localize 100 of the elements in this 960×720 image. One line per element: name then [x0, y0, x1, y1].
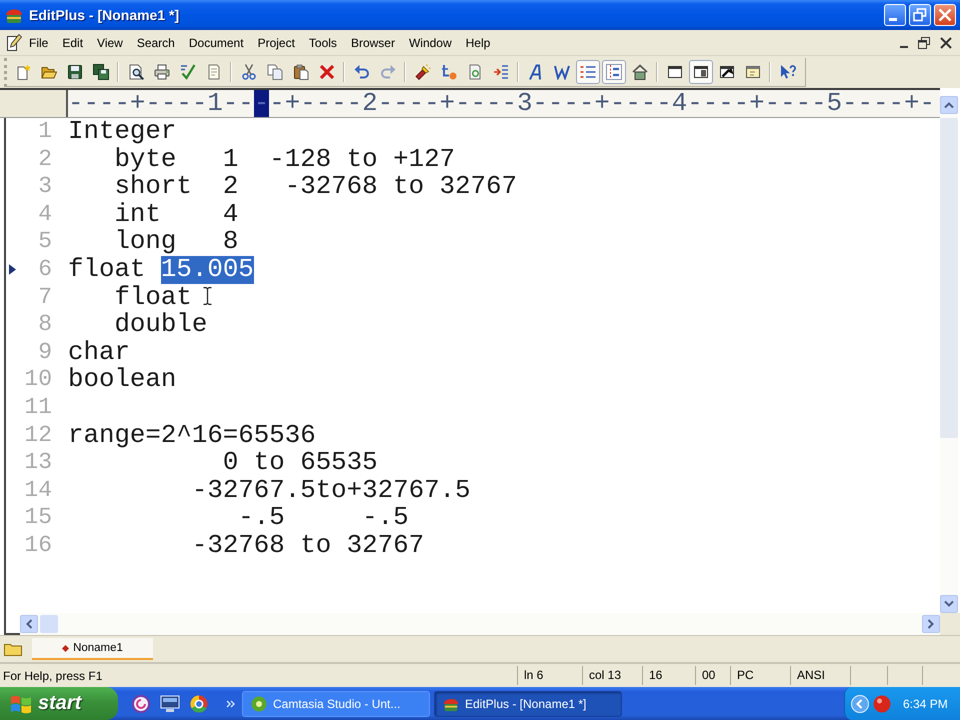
- double-chevron-icon[interactable]: [226, 700, 235, 708]
- line-number: 12: [23, 422, 52, 450]
- code-text: long 8: [114, 228, 238, 256]
- code-text: short 2 -32768 to 32767: [114, 173, 517, 201]
- menu-item[interactable]: Edit: [55, 32, 90, 52]
- split-window-icon: [693, 64, 709, 80]
- clipboard-icon: [293, 64, 309, 80]
- code-text: boolean: [68, 366, 176, 394]
- code-text: float: [68, 256, 146, 284]
- font-icon: [528, 64, 544, 80]
- status-panel: ANSI: [790, 666, 850, 685]
- clock: 6:34 PM: [903, 696, 948, 710]
- new-file-icon: [15, 64, 31, 80]
- replace-icon: [441, 64, 457, 80]
- redo-icon: [380, 64, 396, 80]
- code-text: range=2^16=65536: [68, 422, 316, 450]
- minimize-icon[interactable]: [900, 46, 908, 48]
- chevron-down-icon: [944, 600, 954, 608]
- line-number: 10: [23, 366, 52, 394]
- chevron-left-icon[interactable]: [851, 694, 869, 712]
- scroll-left-button[interactable]: [20, 615, 38, 633]
- flashlight-icon: [415, 64, 431, 80]
- status-message: For Help, press F1: [2, 668, 104, 682]
- scroll-down-button[interactable]: [940, 595, 958, 613]
- window-title: EditPlus - [Noname1 *]: [29, 7, 180, 23]
- code-text: -32768 to 32767: [192, 532, 424, 560]
- window-icon: [667, 64, 683, 80]
- line-number: 16: [23, 532, 52, 560]
- zigzag-icon: [554, 64, 570, 80]
- taskbar-button[interactable]: Camtasia Studio - Unt...: [242, 690, 430, 716]
- house-icon: [632, 64, 648, 80]
- status-panel: 00: [695, 666, 730, 685]
- save-all-icon: [93, 64, 109, 80]
- status-panel: col 13: [582, 666, 642, 685]
- restore-icon[interactable]: [918, 36, 930, 48]
- chevron-up-icon: [944, 101, 954, 109]
- menu-item[interactable]: Browser: [344, 32, 402, 52]
- save-icon: [67, 64, 83, 80]
- page-pen-icon[interactable]: [6, 34, 22, 51]
- line-number: 6: [37, 256, 52, 284]
- print-preview-icon: [128, 64, 144, 80]
- screen-icon[interactable]: [160, 694, 180, 712]
- menu-item[interactable]: Help: [458, 32, 498, 52]
- code-text: int 4: [114, 200, 238, 228]
- folder-icon[interactable]: [4, 642, 22, 656]
- selected-text: 15.005: [160, 256, 254, 284]
- spiral-icon[interactable]: [132, 694, 150, 712]
- scrollbar-corner: [940, 613, 960, 635]
- toolbar-button[interactable]: [689, 60, 713, 84]
- undo-icon: [354, 64, 370, 80]
- page-icon: [206, 64, 222, 80]
- document-tab[interactable]: Noname1: [32, 638, 153, 660]
- menu-item[interactable]: Search: [130, 32, 182, 52]
- restore-button[interactable]: [909, 4, 931, 26]
- close-icon[interactable]: [940, 36, 952, 48]
- line-number: 3: [37, 173, 52, 201]
- restore-icon: [913, 8, 927, 22]
- menu-item[interactable]: Tools: [302, 32, 344, 52]
- line-number: 15: [23, 504, 52, 532]
- status-panel: PC: [730, 666, 790, 685]
- copy-icon: [267, 64, 283, 80]
- spell-check-icon: [180, 64, 196, 80]
- line-number: 11: [23, 394, 52, 422]
- code-text: 0 to 65535: [222, 449, 378, 477]
- scroll-up-button[interactable]: [940, 96, 958, 114]
- chevron-left-icon: [25, 619, 33, 629]
- menu-item[interactable]: View: [90, 32, 130, 52]
- start-button[interactable]: start: [0, 687, 118, 720]
- line-number: 9: [37, 338, 52, 366]
- ruler-scale: -+----2----+----3----+----4----+----5----+-: [269, 90, 935, 117]
- menu-item[interactable]: Project: [250, 32, 302, 52]
- text-cursor-icon: [203, 287, 212, 305]
- minimize-icon: [889, 18, 897, 21]
- code-text: -.5 -.5: [238, 504, 409, 532]
- menu-item[interactable]: File: [22, 32, 56, 52]
- line-number: 7: [37, 284, 52, 312]
- line-number: 13: [23, 449, 52, 477]
- printer-icon: [154, 64, 170, 80]
- taskbar-button[interactable]: EditPlus - [Noname1 *]: [434, 690, 622, 716]
- flag-icon: [10, 694, 32, 714]
- menu-item[interactable]: Window: [402, 32, 459, 52]
- close-button[interactable]: [934, 4, 956, 26]
- scrollbar-thumb[interactable]: [940, 118, 958, 438]
- scrollbar-thumb[interactable]: [40, 615, 58, 633]
- line-number: 4: [37, 200, 52, 228]
- delete-icon: [319, 64, 335, 80]
- color-wheel-icon[interactable]: [190, 694, 208, 712]
- cursor-column-marker: -: [254, 90, 270, 117]
- close-icon: [938, 8, 952, 22]
- status-panel: ln 6: [517, 666, 582, 685]
- scroll-right-button[interactable]: [922, 615, 940, 633]
- ball-icon[interactable]: [873, 694, 891, 712]
- document-icon: [467, 64, 483, 80]
- menu-item[interactable]: Document: [182, 32, 251, 52]
- tool-window-icon: [719, 64, 735, 80]
- disc-icon: [251, 696, 267, 712]
- line-number: 2: [37, 146, 52, 174]
- line-number: 1: [37, 118, 52, 146]
- line-number: 14: [23, 476, 52, 504]
- minimize-button[interactable]: [884, 4, 906, 26]
